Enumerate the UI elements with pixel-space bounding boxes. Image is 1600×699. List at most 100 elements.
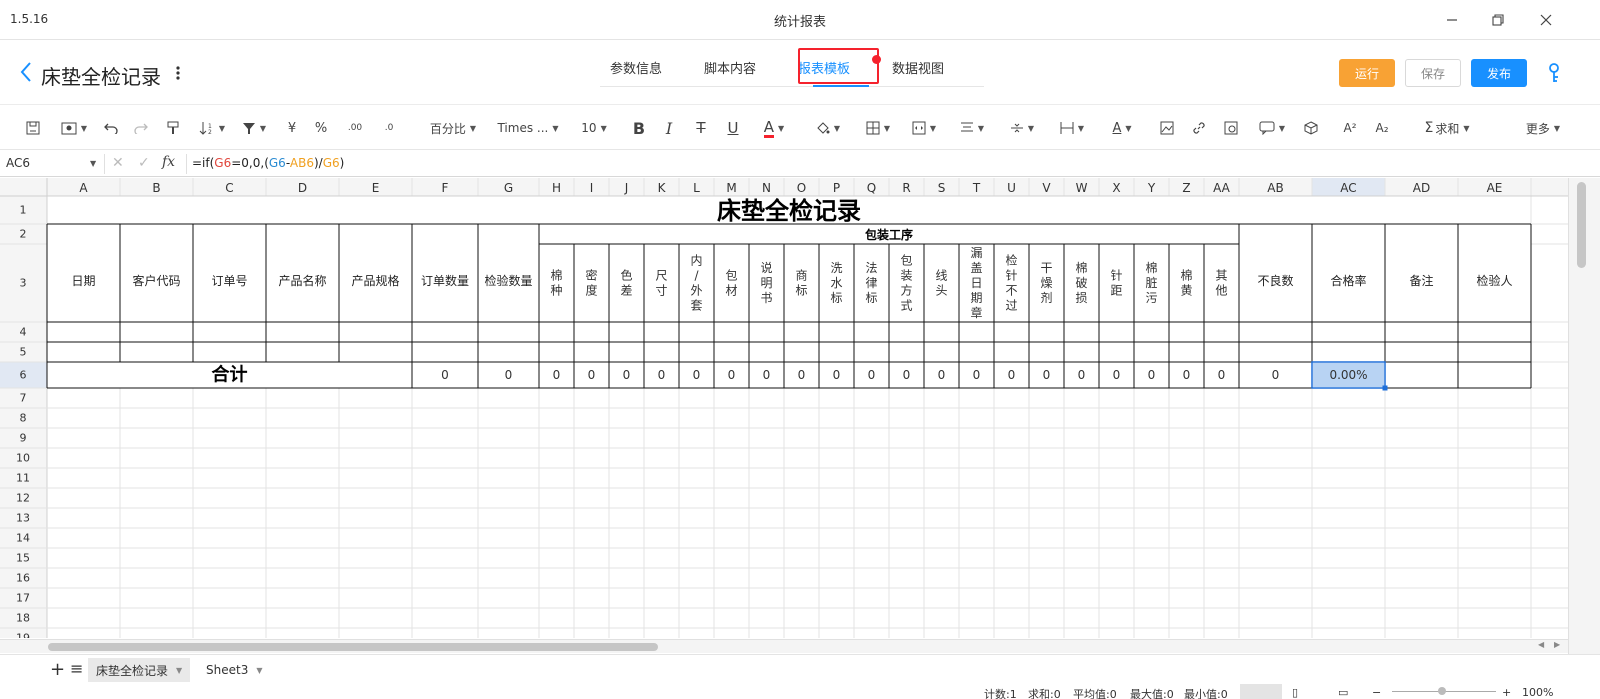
column-header-label: M (726, 181, 736, 195)
packaging-column-title: 式 (900, 299, 912, 313)
tab-dataview[interactable]: 数据视图 (892, 58, 944, 77)
insert-picture-icon[interactable] (1158, 116, 1176, 140)
formula-input[interactable]: =if(G6=0,0,(G6-AB6)/G6) (192, 156, 344, 170)
sheet-tab-sheet3[interactable]: Sheet3 ▼ (198, 658, 270, 682)
save-button[interactable]: 保存 (1405, 59, 1461, 87)
key-icon[interactable] (1543, 61, 1565, 85)
vertical-scroll-thumb[interactable] (1577, 182, 1586, 268)
packaging-column-title: 他 (1215, 284, 1227, 298)
restore-icon[interactable] (1482, 6, 1514, 34)
merge-cells-icon[interactable]: ▼ (906, 116, 942, 140)
italic-icon[interactable]: I (660, 116, 678, 140)
publish-button[interactable]: 发布 (1471, 59, 1527, 87)
packaging-column-title: 洗 (830, 261, 842, 275)
row-header-label: 4 (20, 326, 27, 339)
subscript-icon[interactable]: A₂ (1372, 116, 1392, 140)
zoom-out-icon[interactable]: − (1372, 686, 1381, 699)
redo-icon[interactable] (132, 116, 150, 140)
column-header-label: AC (1340, 181, 1356, 195)
filter-icon[interactable]: ▼ (236, 116, 272, 140)
row-header-label: 5 (20, 346, 27, 359)
packaging-column-title: 线 (935, 269, 947, 283)
cube-icon[interactable] (1302, 116, 1320, 140)
scroll-left-icon[interactable]: ◀ (1538, 640, 1544, 649)
decimal-decrease-icon[interactable]: .0 (378, 116, 400, 140)
borders-icon[interactable]: ▼ (860, 116, 896, 140)
status-count: 计数:1 (984, 688, 1017, 699)
spreadsheet-grid[interactable]: A B C D E F G H I J K L M N O P Q R S T U V W X Y Z AA AB AC AD AE 1 2 3 4… (0, 178, 1568, 638)
total-value: 0 (1113, 368, 1121, 382)
chart-icon[interactable] (1222, 116, 1240, 140)
vertical-align-icon[interactable]: ▼ (1004, 116, 1040, 140)
currency-icon[interactable]: ¥ (284, 116, 300, 140)
page-break-icon[interactable]: ▭ (1338, 686, 1348, 699)
total-value: 0 (1272, 368, 1280, 382)
function-icon[interactable]: fx (162, 154, 175, 170)
horizontal-scrollbar[interactable]: ◀ ▶ (0, 639, 1568, 653)
font-size-select[interactable]: 10 ▼ (574, 116, 614, 140)
row-header-label: 16 (16, 572, 30, 585)
formula-token: G6 (322, 156, 340, 170)
svg-text:2: 2 (208, 129, 212, 135)
cell-reference[interactable]: AC6 (6, 156, 30, 170)
percent-icon[interactable]: % (312, 116, 330, 140)
undo-icon[interactable] (102, 116, 120, 140)
run-button[interactable]: 运行 (1339, 59, 1395, 87)
superscript-icon[interactable]: A² (1340, 116, 1360, 140)
packaging-column-title: 标 (795, 284, 807, 298)
column-title: 合格率 (1330, 273, 1366, 288)
underline-icon[interactable]: U (724, 116, 742, 140)
packaging-column-title: 其 (1215, 269, 1227, 283)
normal-view-icon[interactable] (1240, 684, 1282, 699)
column-header-label: Y (1147, 181, 1156, 195)
packaging-column-title: 尺 (655, 269, 667, 283)
close-icon[interactable] (1530, 6, 1562, 34)
text-wrap-icon[interactable]: ▼ (1054, 116, 1090, 140)
tab-script[interactable]: 脚本内容 (704, 58, 756, 77)
page-layout-icon[interactable]: ▯ (1292, 686, 1298, 699)
format-painter-icon[interactable] (164, 116, 182, 140)
comment-icon[interactable]: ▼ (1254, 116, 1290, 140)
column-header-label: AA (1213, 181, 1231, 195)
more-select[interactable]: 更多 ▼ (1520, 116, 1566, 140)
number-format-select[interactable]: 百分比 ▼ (422, 116, 484, 140)
confirm-icon[interactable]: ✓ (138, 155, 150, 171)
strikethrough-icon[interactable]: T (692, 116, 710, 140)
fill-color-icon[interactable]: ▼ (810, 116, 846, 140)
font-color-icon[interactable]: A ▼ (756, 116, 792, 140)
total-value: 0 (623, 368, 631, 382)
bold-icon[interactable]: B (630, 116, 648, 140)
sheet-tab-main[interactable]: 床垫全检记录 ▼ (88, 658, 191, 682)
align-icon[interactable]: ▼ (954, 116, 990, 140)
link-icon[interactable] (1190, 116, 1208, 140)
packaging-column-title: 过 (1005, 299, 1017, 313)
formula-token: =0,0,( (231, 156, 269, 170)
cancel-icon[interactable]: ✕ (112, 155, 124, 171)
scroll-right-icon[interactable]: ▶ (1554, 640, 1560, 649)
save-icon[interactable] (24, 116, 42, 140)
packaging-column-title: 外 (690, 284, 702, 298)
font-family-label: Times ... (497, 121, 549, 135)
packaging-column-title: 律 (865, 276, 877, 290)
total-value: 0 (1183, 368, 1191, 382)
tab-params[interactable]: 参数信息 (610, 58, 662, 77)
decimal-increase-icon[interactable]: .00 (344, 116, 366, 140)
minimize-icon[interactable] (1436, 6, 1468, 34)
vertical-scrollbar[interactable] (1568, 178, 1600, 654)
font-family-select[interactable]: Times ... ▼ (492, 116, 564, 140)
zoom-slider-thumb[interactable] (1438, 687, 1446, 695)
back-arrow-icon[interactable] (14, 59, 38, 85)
zoom-in-icon[interactable]: + (1502, 686, 1511, 699)
horizontal-scroll-thumb[interactable] (48, 643, 658, 651)
add-sheet-icon[interactable]: + (50, 659, 65, 680)
sheet-list-icon[interactable]: ≡ (70, 659, 83, 678)
text-rotate-icon[interactable]: A ▼ (1104, 116, 1140, 140)
sheet-tab-label: 床垫全检记录 (96, 663, 169, 678)
fill-handle[interactable] (1382, 385, 1388, 391)
insert-image-icon[interactable]: ▼ (56, 116, 92, 140)
cell-reference-dropdown-icon[interactable]: ▼ (90, 159, 96, 168)
sort-icon[interactable]: 1 2 ▼ (194, 116, 230, 140)
more-vertical-icon[interactable] (171, 63, 185, 83)
packaging-column-title: 标 (830, 291, 842, 305)
sum-select[interactable]: Σ 求和 ▼ (1414, 116, 1480, 140)
